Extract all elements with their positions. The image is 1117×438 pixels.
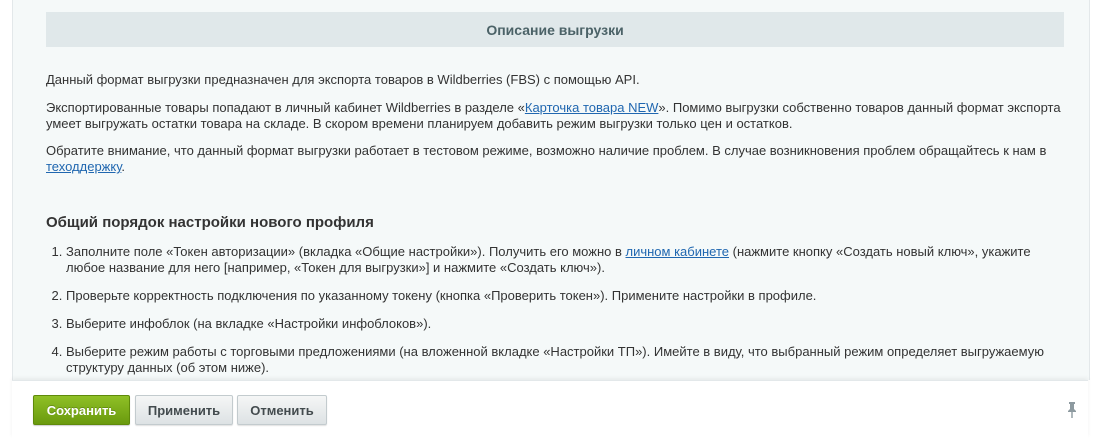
- list-item: Проверьте корректность подключения по ук…: [66, 288, 1066, 304]
- pin-icon[interactable]: [1064, 401, 1080, 419]
- export-description-panel: Описание выгрузки Данный формат выгрузки…: [12, 0, 1090, 380]
- section-title: Описание выгрузки: [46, 12, 1064, 47]
- personal-account-link[interactable]: личном кабинете: [626, 244, 730, 259]
- description-text: .: [121, 159, 126, 174]
- list-item: Заполните поле «Токен авторизации» (вкла…: [66, 244, 1066, 276]
- description-text: Экспортированные товары попадают в личны…: [46, 100, 525, 115]
- product-card-link[interactable]: Карточка товара NEW: [525, 100, 659, 115]
- step-text: Заполните поле «Токен авторизации» (вкла…: [66, 244, 626, 259]
- description-paragraph-1: Данный формат выгрузки предназначен для …: [46, 72, 640, 87]
- support-link[interactable]: теходдержку: [46, 159, 121, 174]
- setup-heading: Общий порядок настройки нового профиля: [46, 214, 374, 231]
- setup-steps-list: Заполните поле «Токен авторизации» (вкла…: [46, 244, 1066, 380]
- list-item: Выберите режим работы с торговыми предло…: [66, 344, 1066, 376]
- list-item: Выберите инфоблок (на вкладке «Настройки…: [66, 316, 1066, 332]
- description-text: Обратите внимание, что данный формат выг…: [46, 143, 1047, 158]
- cancel-button[interactable]: Отменить: [237, 395, 327, 425]
- form-footer: Сохранить Применить Отменить: [12, 380, 1088, 438]
- save-button[interactable]: Сохранить: [33, 395, 130, 425]
- apply-button[interactable]: Применить: [135, 395, 233, 425]
- description-paragraph-3: Обратите внимание, что данный формат выг…: [46, 143, 1066, 175]
- description-paragraph-2: Экспортированные товары попадают в личны…: [46, 100, 1066, 132]
